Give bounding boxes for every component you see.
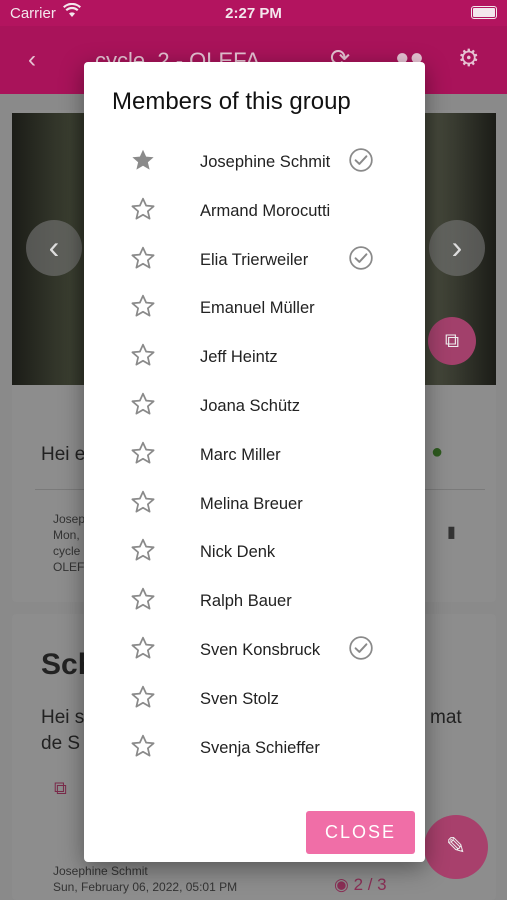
check-circle-icon [348,147,374,173]
star-outline-icon[interactable] [130,440,156,466]
post-group: cycle [53,544,81,558]
member-name: Svenja Schieffer [200,738,320,757]
dialog-title: Members of this group [112,88,351,115]
member-row[interactable]: Armand Morocutti [84,187,425,236]
member-row[interactable]: Svenja Schieffer [84,724,425,773]
star-filled-icon[interactable] [130,147,156,173]
post-text: Hei e [41,444,86,465]
star-outline-icon[interactable] [130,391,156,417]
member-name: Jeff Heintz [200,348,278,367]
member-name: Sven Stolz [200,689,279,708]
star-outline-icon[interactable] [130,684,156,710]
member-row[interactable]: Marc Miller [84,431,425,480]
open-external-icon[interactable]: ⧉ [428,317,476,365]
members-dialog: Members of this group Josephine Schmit Ar… [84,62,425,862]
post-date: Sun, February 06, 2022, 05:01 PM [53,880,238,894]
clock: 2:27 PM [225,5,282,22]
member-name: Joana Schütz [200,396,300,415]
member-row[interactable]: Elia Trierweiler [84,236,425,285]
member-row[interactable]: Joana Schütz [84,382,425,431]
gear-icon[interactable]: ⚙ [458,44,480,73]
member-name: Nick Denk [200,543,276,562]
star-outline-icon[interactable] [130,586,156,612]
post-date: Mon, [53,528,80,542]
tree-emoji-icon: ● [431,441,444,463]
member-row[interactable]: Sven Stolz [84,675,425,724]
back-arrow-icon[interactable]: ‹ [28,46,36,74]
star-outline-icon[interactable] [130,245,156,271]
next-image-icon[interactable]: › [429,220,485,276]
open-external-icon[interactable]: ⧉ [54,778,67,799]
member-list: Josephine Schmit Armand Morocutti Elia Tri… [84,138,425,772]
views-count: 2 / 3 [353,875,387,894]
post-text: Hei s [41,707,85,728]
close-button[interactable]: CLOSE [306,811,415,854]
battery-icon [471,6,497,19]
member-row[interactable]: Ralph Bauer [84,577,425,626]
post-course: OLEF [53,560,85,574]
member-row[interactable]: Josephine Schmit [84,138,425,187]
member-row[interactable]: Jeff Heintz [84,333,425,382]
edit-pencil-icon[interactable]: ✎ [424,815,488,879]
member-row[interactable]: Nick Denk [84,528,425,577]
star-outline-icon[interactable] [130,733,156,759]
member-row[interactable]: Sven Konsbruck [84,626,425,675]
member-name: Melina Breuer [200,494,303,513]
member-name: Armand Morocutti [200,201,331,220]
member-name: Elia Trierweiler [200,250,309,269]
member-row[interactable]: Emanuel Müller [84,284,425,333]
post-author: Josep [53,512,86,526]
trash-icon[interactable]: ▮ [447,522,456,542]
star-outline-icon[interactable] [130,293,156,319]
post-text-end: mat [430,707,462,728]
star-outline-icon[interactable] [130,635,156,661]
member-name: Marc Miller [200,445,281,464]
member-name: Sven Konsbruck [200,640,321,659]
star-outline-icon[interactable] [130,537,156,563]
star-outline-icon[interactable] [130,196,156,222]
member-name: Ralph Bauer [200,592,292,611]
status-bar: Carrier 2:27 PM [0,0,507,26]
star-outline-icon[interactable] [130,342,156,368]
member-row[interactable]: Melina Breuer [84,480,425,529]
star-outline-icon[interactable] [130,489,156,515]
member-name: Josephine Schmit [200,153,331,171]
check-circle-icon [348,245,374,271]
previous-image-icon[interactable]: ‹ [26,220,82,276]
member-name: Emanuel Müller [200,299,315,318]
post-text-line2: de S [41,733,81,754]
check-circle-icon [348,635,374,661]
post-author: Josephine Schmit [53,864,148,878]
views-counter: ◉ 2 / 3 [334,875,387,894]
